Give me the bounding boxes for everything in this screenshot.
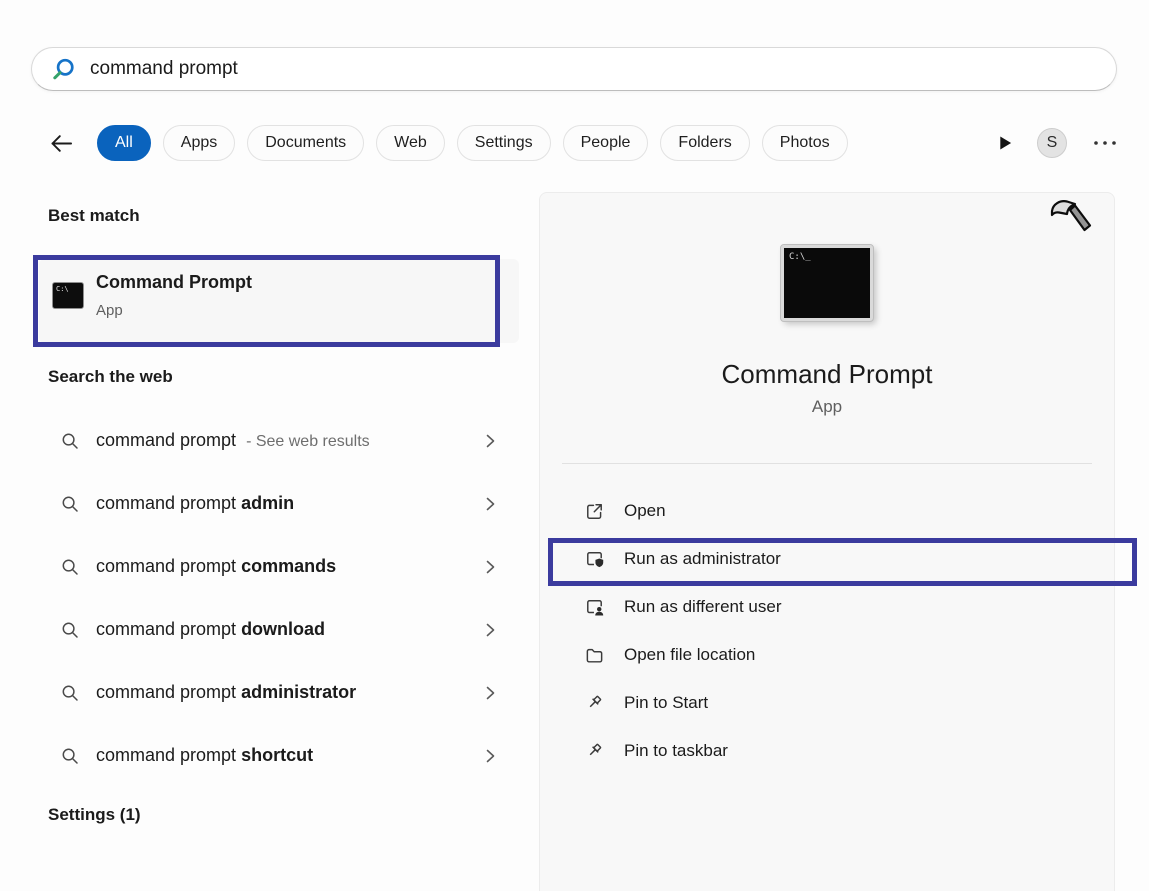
best-match-title: Command Prompt	[96, 272, 252, 293]
search-suggestion-icon	[60, 746, 80, 766]
more-options-icon[interactable]	[1091, 139, 1119, 147]
web-suggestion-row[interactable]: command prompt- See web results	[48, 409, 503, 472]
best-match-subtitle: App	[96, 302, 123, 319]
command-prompt-large-icon: C:\_	[781, 245, 873, 321]
open-file-location-icon	[584, 645, 605, 666]
pin-icon	[584, 693, 605, 714]
tab-documents[interactable]: Documents	[247, 125, 364, 161]
chevron-right-icon[interactable]	[483, 748, 497, 764]
search-input[interactable]	[90, 58, 1098, 80]
back-button[interactable]	[48, 130, 75, 157]
account-avatar[interactable]: S	[1037, 128, 1067, 158]
action-open[interactable]: Open	[540, 487, 1114, 535]
chevron-right-icon[interactable]	[483, 685, 497, 701]
preview-panel: C:\_ Command Prompt App Open Run as admi…	[539, 192, 1115, 891]
tab-settings[interactable]: Settings	[457, 125, 551, 161]
search-suggestion-icon	[60, 431, 80, 451]
preview-title: Command Prompt	[540, 359, 1114, 390]
web-suggestion-row[interactable]: command promptdownload	[48, 598, 503, 661]
chevron-right-icon[interactable]	[483, 433, 497, 449]
web-suggestion-row[interactable]: command promptadmin	[48, 472, 503, 535]
filter-tabs: All Apps Documents Web Settings People F…	[48, 120, 1119, 166]
web-suggestions-list: command prompt- See web results command …	[48, 409, 503, 787]
search-suggestion-icon	[60, 683, 80, 703]
search-suggestion-icon	[60, 620, 80, 640]
search-suggestion-icon	[60, 494, 80, 514]
command-prompt-app-icon: C:\	[52, 282, 84, 309]
action-pin-to-start[interactable]: Pin to Start	[540, 679, 1114, 727]
divider	[562, 463, 1092, 464]
search-the-web-header: Search the web	[48, 367, 173, 387]
search-bar	[31, 47, 1117, 91]
run-as-different-user-icon	[584, 597, 605, 618]
preview-subtitle: App	[540, 397, 1114, 417]
chevron-right-icon[interactable]	[483, 496, 497, 512]
tab-folders[interactable]: Folders	[660, 125, 749, 161]
chevron-right-icon[interactable]	[483, 622, 497, 638]
action-open-file-location[interactable]: Open file location	[540, 631, 1114, 679]
tab-people[interactable]: People	[563, 125, 649, 161]
search-icon	[50, 56, 77, 83]
tab-photos[interactable]: Photos	[762, 125, 848, 161]
best-match-header: Best match	[48, 206, 140, 226]
scroll-more-filters-icon[interactable]	[998, 135, 1013, 151]
action-list: Open Run as administrator Run as differe…	[540, 487, 1114, 775]
search-suggestion-icon	[60, 557, 80, 577]
web-suggestion-row[interactable]: command promptcommands	[48, 535, 503, 598]
settings-section-header: Settings (1)	[48, 805, 141, 825]
chevron-right-icon[interactable]	[483, 559, 497, 575]
pin-icon	[584, 741, 605, 762]
action-pin-to-taskbar[interactable]: Pin to taskbar	[540, 727, 1114, 775]
web-suggestion-row[interactable]: command promptshortcut	[48, 724, 503, 787]
tabs-right-group: S	[998, 128, 1119, 158]
best-match-result[interactable]: C:\ Command Prompt App	[39, 259, 519, 343]
action-run-as-different-user[interactable]: Run as different user	[540, 583, 1114, 631]
tab-apps[interactable]: Apps	[163, 125, 235, 161]
web-suggestion-row[interactable]: command promptadministrator	[48, 661, 503, 724]
action-run-as-administrator[interactable]: Run as administrator	[540, 535, 1114, 583]
tab-web[interactable]: Web	[376, 125, 445, 161]
open-icon	[584, 501, 605, 522]
tab-all[interactable]: All	[97, 125, 151, 161]
run-as-administrator-icon	[584, 549, 605, 570]
